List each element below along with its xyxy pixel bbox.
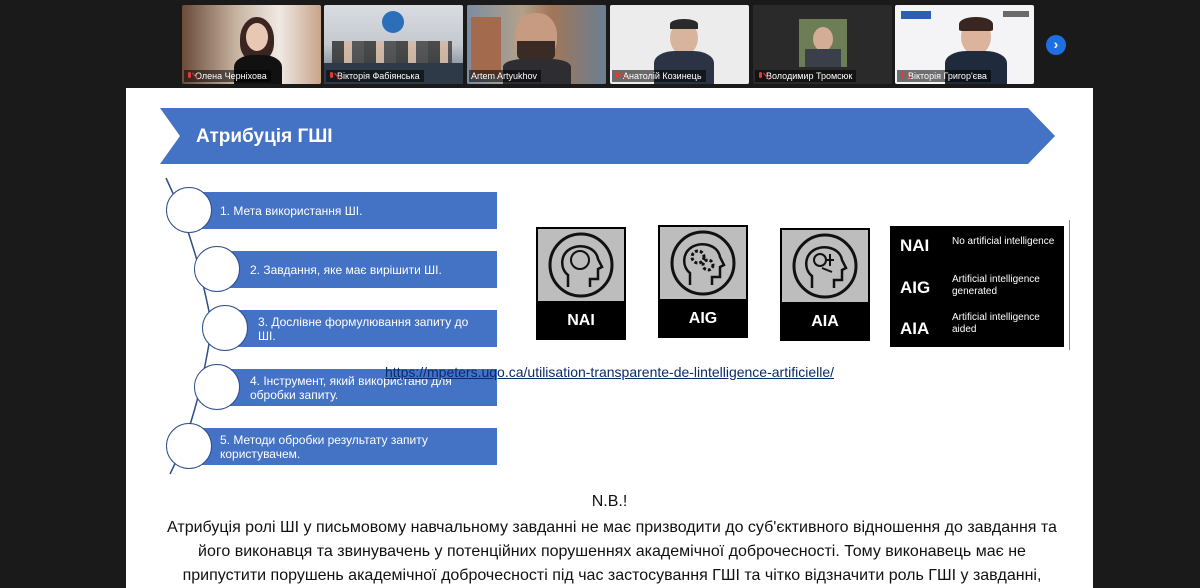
participant-tile[interactable]: Вікторія Григор'єва	[895, 5, 1034, 84]
bullet-circle	[202, 305, 248, 351]
nb-paragraph: Атрибуція ролі ШІ у письмовому навчально…	[167, 519, 1057, 584]
mic-muted-icon	[757, 71, 764, 81]
participant-name: Вікторія Фабіянська	[326, 70, 424, 82]
participant-strip: Олена Черніхова Вікторія Фабіянська Arte…	[0, 0, 1200, 88]
list-item: 2. Завдання, яке має вирішити ШІ.	[224, 251, 497, 288]
list-item: 1. Мета використання ШІ.	[194, 192, 497, 229]
participant-tile-active[interactable]: Artem Artyukhov	[467, 5, 606, 84]
bullet-circle	[166, 187, 212, 233]
participant-name: Володимир Тромсюк	[755, 70, 857, 82]
next-participants-button[interactable]: ›	[1046, 35, 1066, 55]
participant-name: Анатолій Козинець	[612, 70, 706, 82]
slide-title: Атрибуція ГШІ	[196, 126, 333, 147]
gear-head-icon	[670, 230, 736, 296]
legend-desc: No artificial intelligence	[952, 236, 1055, 247]
aia-icon-card: AIA	[780, 228, 870, 341]
icon-label: AIA	[811, 313, 839, 330]
mic-muted-icon	[186, 71, 193, 81]
legend-code: NAI	[900, 236, 930, 255]
source-link[interactable]: https://mpeters.uqo.ca/utilisation-trans…	[126, 364, 1093, 380]
aig-icon-card: AIG	[658, 225, 748, 338]
shared-slide: Атрибуція ГШІ 1. Мета використання ШІ. 2…	[126, 88, 1093, 588]
legend-box: NAI No artificial intelligence AIG Artif…	[890, 226, 1064, 347]
bullet-circle	[194, 246, 240, 292]
brain-head-icon	[548, 232, 614, 298]
legend-desc: Artificial intelligence generated	[952, 274, 1040, 297]
list-item: 3. Дослівне формулювання запиту до ШІ.	[232, 310, 497, 347]
mic-muted-icon	[899, 71, 906, 81]
legend-desc: Artificial intelligence aided	[952, 312, 1040, 335]
nai-icon-card: NAI	[536, 227, 626, 340]
divider	[1069, 220, 1070, 350]
legend-code: AIA	[900, 319, 930, 338]
circuit-head-icon	[792, 233, 858, 299]
mic-muted-icon	[328, 71, 335, 81]
bullet-circle	[166, 423, 212, 469]
list-item: 5. Методи обробки результату запиту кори…	[194, 428, 497, 465]
participant-tile[interactable]: Анатолій Козинець	[610, 5, 749, 84]
participant-tile[interactable]: Олена Черніхова	[182, 5, 321, 84]
logo	[901, 11, 931, 19]
legend-code: AIG	[900, 278, 931, 297]
participant-tile[interactable]: Володимир Тромсюк	[753, 5, 892, 84]
nb-heading: N.B.!	[591, 493, 628, 510]
participant-tile[interactable]: Вікторія Фабіянська	[324, 5, 463, 84]
participant-name: Олена Черніхова	[184, 70, 271, 82]
participant-name: Artem Artyukhov	[469, 70, 542, 82]
icon-label: AIG	[688, 310, 718, 327]
mic-muted-icon	[614, 71, 621, 81]
icon-label: NAI	[567, 312, 595, 329]
participant-name: Вікторія Григор'єва	[897, 70, 991, 82]
